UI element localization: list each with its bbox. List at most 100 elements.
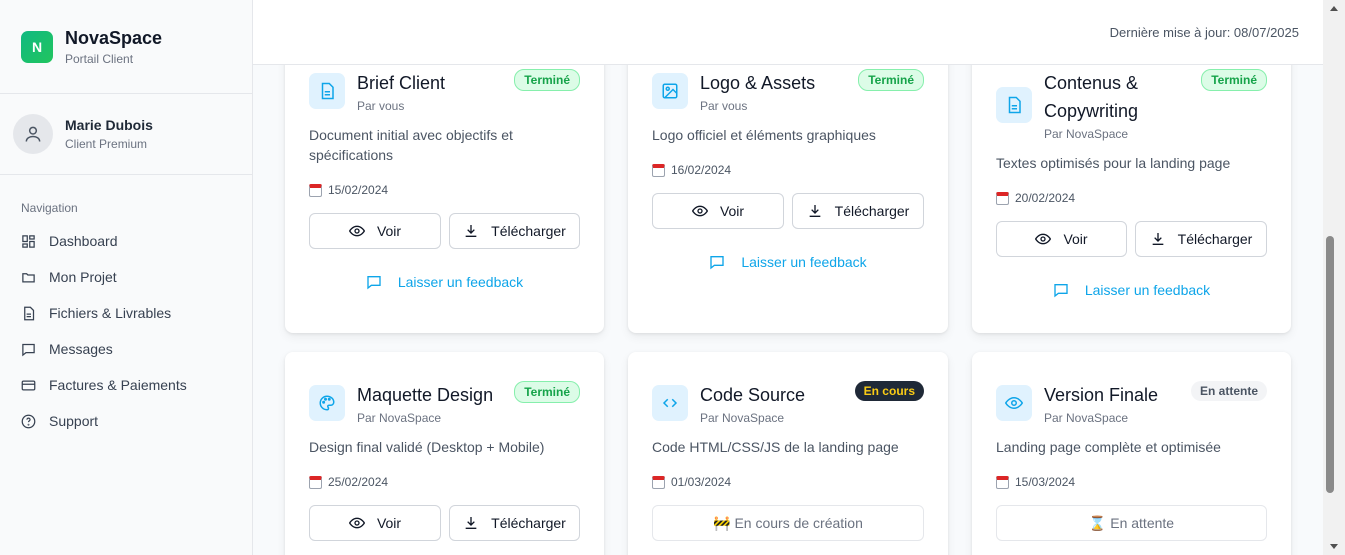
avatar [13,114,53,154]
user-icon [25,126,41,142]
card-description: Textes optimisés pour la landing page [996,155,1231,171]
download-button[interactable]: Télécharger [792,193,924,229]
download-button-label: Télécharger [1177,231,1253,247]
card-author: Par NovaSpace [1044,411,1129,425]
card-author: Par vous [700,99,748,113]
view-button-label: Voir [376,515,402,531]
download-button[interactable]: Télécharger [1135,221,1267,257]
feedback-link[interactable]: Laisser un feedback [652,254,924,270]
credit-card-icon [21,380,36,390]
top-header: Dernière mise à jour: 08/07/2025 [253,0,1323,65]
card-title: Brief Client [357,73,446,93]
nav-item-label: Dashboard [49,233,118,249]
nav-item-mon-projet[interactable]: Mon Projet [0,259,252,295]
palette-icon [319,395,335,411]
card-date: 15/02/2024 [309,183,388,197]
nav-item-factures[interactable]: Factures & Paiements [0,367,252,403]
card-description: Design final validé (Desktop + Mobile) [309,439,545,455]
card-title: Code Source [700,385,806,405]
sidebar: N NovaSpace Portail Client Marie Dubois … [0,0,253,555]
card-icon-wrap [309,73,345,109]
user-profile[interactable]: Marie Dubois Client Premium [0,94,252,175]
in-progress-button: 🚧 En cours de création [652,505,924,541]
nav-item-label: Fichiers & Livrables [49,305,172,321]
nav-item-dashboard[interactable]: Dashboard [0,223,252,259]
deliverable-card-contenus: Contenus & Copywriting Par NovaSpace Ter… [972,40,1291,333]
download-button[interactable]: Télécharger [449,213,580,249]
download-button-label: Télécharger [491,223,566,239]
nav-item-support[interactable]: Support [0,403,252,439]
view-button-label: Voir [376,223,402,239]
scrollbar[interactable] [1323,0,1345,555]
card-author: Par vous [357,99,405,113]
message-icon [367,276,381,290]
calendar-icon [652,163,665,177]
message-icon [1054,284,1068,298]
nav-item-label: Messages [49,341,113,357]
calendar-icon [996,475,1009,489]
brand-name: NovaSpace [65,28,163,48]
card-icon-wrap [309,385,345,421]
eye-icon [348,517,365,529]
feedback-link[interactable]: Laisser un feedback [996,282,1267,298]
status-badge: En cours [854,381,924,401]
view-button-label: Voir [1063,231,1088,247]
card-date-value: 20/02/2024 [1015,191,1076,205]
card-date-value: 01/03/2024 [671,475,732,489]
document-icon [1008,96,1021,114]
eye-icon [348,225,365,237]
calendar-icon [309,183,322,197]
card-date: 01/03/2024 [652,475,731,489]
feedback-link[interactable]: Laisser un feedback [309,274,580,290]
scroll-up-arrow-icon[interactable] [1330,6,1338,11]
file-icon [24,306,35,320]
view-button-label: Voir [719,203,745,219]
feedback-link-label: Laisser un feedback [397,274,524,290]
deliverable-card-maquette: Maquette Design Par NovaSpace Terminé De… [285,352,604,555]
brand[interactable]: N NovaSpace Portail Client [0,0,252,94]
download-icon [809,205,820,217]
status-badge: Terminé [858,69,924,91]
download-icon [1152,233,1163,245]
card-description: Logo officiel et éléments graphiques [652,127,876,143]
card-author: Par NovaSpace [1044,127,1129,141]
view-button[interactable]: Voir [309,505,441,541]
calendar-icon [652,475,665,489]
brand-subtitle: Portail Client [65,52,134,66]
status-badge: Terminé [1201,69,1267,91]
view-button[interactable]: Voir [996,221,1127,257]
view-button[interactable]: Voir [309,213,441,249]
nav-title: Navigation [21,201,78,215]
scroll-down-arrow-icon[interactable] [1330,544,1338,549]
feedback-link-label: Laisser un feedback [741,254,867,270]
help-icon [21,414,36,428]
nav-item-label: Factures & Paiements [49,377,187,393]
eye-icon [1035,233,1052,245]
card-date-value: 25/02/2024 [328,475,389,489]
nav-item-label: Mon Projet [49,269,117,285]
download-button-label: Télécharger [491,515,566,531]
download-icon [465,517,477,529]
status-badge: En attente [1190,381,1267,401]
message-icon [710,256,725,270]
code-icon [662,398,678,408]
brand-logo: N [21,30,53,63]
card-author: Par NovaSpace [357,411,442,425]
waiting-button: ⌛ En attente [996,505,1267,541]
deliverable-card-code: Code Source Par NovaSpace En cours Code … [628,352,948,555]
calendar-icon [309,475,322,489]
nav-item-label: Support [49,413,99,429]
nav-item-fichiers[interactable]: Fichiers & Livrables [0,295,252,331]
user-role: Client Premium [65,137,148,151]
scrollbar-thumb[interactable] [1326,236,1334,493]
card-date: 15/03/2024 [996,475,1075,489]
download-icon [465,225,477,237]
card-date-value: 15/02/2024 [328,183,389,197]
download-button[interactable]: Télécharger [449,505,580,541]
view-button[interactable]: Voir [652,193,784,229]
feedback-link-label: Laisser un feedback [1084,282,1211,298]
card-description: Document initial avec objectifs et spéci… [309,127,513,163]
document-icon [321,82,334,100]
nav-item-messages[interactable]: Messages [0,331,252,367]
card-icon-wrap [652,385,688,421]
